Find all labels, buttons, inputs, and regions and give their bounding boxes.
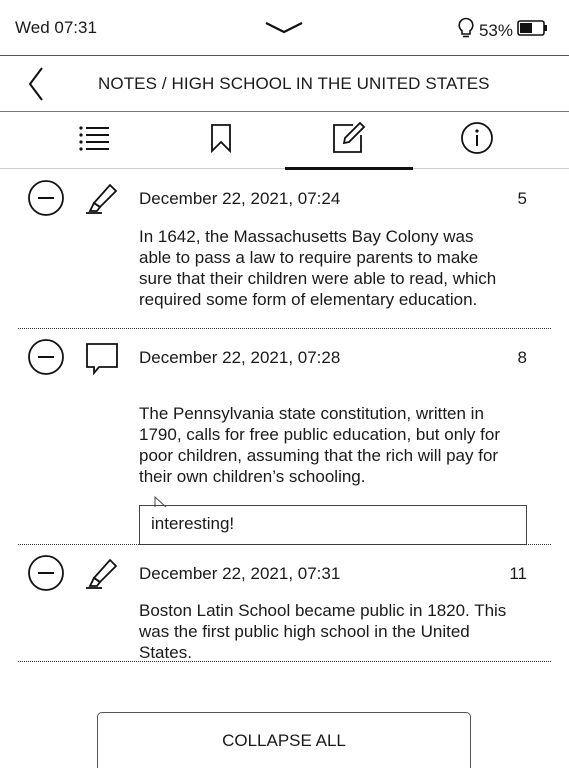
- tab-contents[interactable]: [30, 112, 158, 169]
- tab-bookmarks[interactable]: [157, 112, 285, 169]
- note-text: In 1642, the Massachusetts Bay Colony wa…: [139, 227, 497, 309]
- note-page-number: 11: [509, 564, 527, 583]
- bulb-icon[interactable]: [457, 17, 475, 44]
- divider: [18, 661, 551, 662]
- collapse-all-button[interactable]: COLLAPSE ALL: [97, 712, 471, 768]
- note-page-number: 8: [517, 348, 527, 367]
- battery-icon: [517, 19, 549, 42]
- note-date: December 22, 2021, 07:31: [139, 564, 341, 583]
- divider: [18, 544, 551, 545]
- info-icon: [460, 121, 494, 160]
- remove-note-button[interactable]: [27, 554, 65, 592]
- battery-percent: 53%: [478, 20, 513, 40]
- comment-text: interesting!: [151, 514, 235, 533]
- remove-note-button[interactable]: [27, 179, 65, 217]
- note-date: December 22, 2021, 07:24: [139, 189, 341, 208]
- note-text: The Pennsylvania state constitution, wri…: [139, 404, 500, 486]
- collapse-all-label: COLLAPSE ALL: [222, 731, 346, 750]
- contents-list-icon: [78, 124, 110, 157]
- highlighter-icon: [84, 554, 120, 590]
- bookmark-icon: [210, 123, 232, 158]
- note-text: Boston Latin School became public in 182…: [139, 601, 507, 662]
- status-bar: Wed 07:31 53%: [0, 0, 569, 56]
- tab-info[interactable]: [413, 112, 541, 169]
- comment-box[interactable]: interesting!: [139, 505, 527, 545]
- tab-bar: [0, 112, 569, 170]
- note-date: December 22, 2021, 07:28: [139, 348, 341, 367]
- page-title: NOTES / HIGH SCHOOL IN THE UNITED STATES: [98, 74, 490, 93]
- tab-notes[interactable]: [285, 112, 413, 170]
- note-page-number: 5: [517, 189, 527, 208]
- status-right-group: 53%: [457, 17, 549, 44]
- notes-edit-icon: [331, 121, 367, 160]
- clock: Wed 07:31: [15, 18, 97, 37]
- chevron-down-icon[interactable]: [264, 20, 304, 41]
- header: NOTES / HIGH SCHOOL IN THE UNITED STATES: [0, 56, 569, 112]
- highlighter-icon: [84, 179, 120, 215]
- comment-icon: [84, 341, 120, 377]
- divider: [18, 328, 551, 329]
- remove-note-button[interactable]: [27, 338, 65, 376]
- back-arrow-icon[interactable]: [22, 66, 52, 102]
